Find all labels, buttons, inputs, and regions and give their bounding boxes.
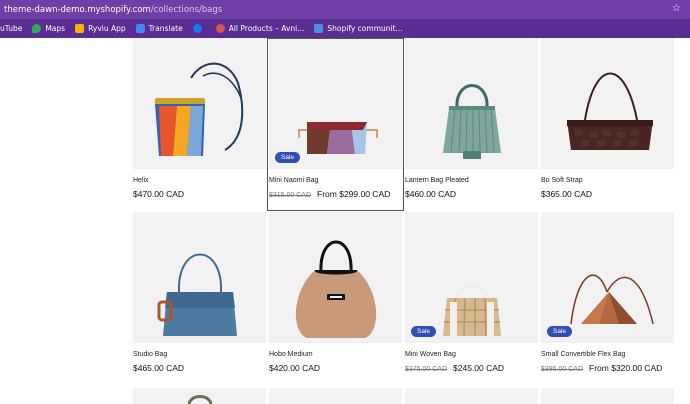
product-price: $375.00 CAD $245.00 CAD bbox=[405, 363, 505, 373]
product-image[interactable]: Sale bbox=[269, 38, 402, 169]
bookmark-translate[interactable]: Translate bbox=[135, 24, 183, 33]
product-title[interactable]: Mini Woven Bag bbox=[405, 351, 456, 358]
product-image[interactable] bbox=[405, 38, 538, 169]
bookmark-star-icon[interactable]: ☆ bbox=[672, 3, 681, 14]
facebook-icon bbox=[192, 24, 202, 33]
product-title[interactable]: Helix bbox=[133, 177, 149, 184]
product-price: $395.00 CAD From $320.00 CAD bbox=[541, 363, 663, 373]
product-card-hobo-medium[interactable]: Hobo Medium $420.00 CAD bbox=[269, 212, 402, 385]
sale-badge: Sale bbox=[411, 326, 437, 337]
product-image[interactable] bbox=[269, 388, 402, 404]
ryviu-icon bbox=[75, 24, 85, 33]
bookmark-youtube[interactable]: uTube bbox=[0, 24, 22, 33]
bookmarks-bar: uTube Maps Ryviu App Translate All Produ… bbox=[0, 19, 690, 38]
avni-icon bbox=[215, 24, 225, 33]
bookmark-facebook[interactable] bbox=[192, 24, 206, 33]
translate-icon bbox=[135, 24, 145, 33]
product-title[interactable]: Bo Soft Strap bbox=[541, 177, 583, 184]
product-image[interactable] bbox=[133, 212, 266, 343]
product-price: $465.00 CAD bbox=[133, 363, 185, 373]
product-card-mini-woven-bag[interactable]: Sale Mini Woven Bag $375.00 CAD $245.00 C… bbox=[405, 212, 538, 385]
product-grid: Helix $470.00 CAD Sale Mini Naomi Bag $3… bbox=[133, 38, 674, 404]
product-card-partial[interactable] bbox=[133, 388, 266, 404]
product-title[interactable]: Hobo Medium bbox=[269, 351, 313, 358]
maps-icon bbox=[32, 24, 42, 33]
sale-badge: Sale bbox=[275, 152, 301, 163]
sale-badge: Sale bbox=[547, 326, 573, 337]
url-path: /collections/bags bbox=[150, 4, 223, 15]
product-title[interactable]: Studio Bag bbox=[133, 351, 167, 358]
product-image[interactable] bbox=[541, 388, 674, 404]
shopify-community-icon bbox=[314, 24, 324, 33]
url-host: theme-dawn-demo.myshopify.com bbox=[4, 4, 151, 15]
product-image[interactable] bbox=[133, 388, 266, 404]
product-image[interactable]: Sale bbox=[405, 212, 538, 343]
bookmark-ryviu[interactable]: Ryviu App bbox=[75, 24, 126, 33]
product-title[interactable]: Small Convertible Flex Bag bbox=[541, 351, 625, 358]
product-price: $365.00 CAD bbox=[541, 189, 593, 199]
product-card-bo-soft-strap[interactable]: Bo Soft Strap $365.00 CAD bbox=[541, 38, 674, 211]
product-card-mini-naomi-bag[interactable]: Sale Mini Naomi Bag $315.00 CAD From $299… bbox=[269, 38, 402, 211]
url-text[interactable]: theme-dawn-demo.myshopify.com/collection… bbox=[4, 5, 222, 15]
product-card-partial[interactable] bbox=[405, 388, 538, 404]
product-card-studio-bag[interactable]: Studio Bag $465.00 CAD bbox=[133, 212, 266, 385]
product-image[interactable] bbox=[541, 38, 674, 169]
product-price: $315.00 CAD From $299.00 CAD bbox=[269, 189, 391, 199]
product-image[interactable] bbox=[405, 388, 538, 404]
bookmark-avni[interactable]: All Products – Avni... bbox=[215, 24, 304, 33]
product-card-lantern-bag-pleated[interactable]: Lantern Bag Pleated $460.00 CAD bbox=[405, 38, 538, 211]
address-bar[interactable]: theme-dawn-demo.myshopify.com/collection… bbox=[0, 0, 690, 19]
product-image[interactable] bbox=[269, 212, 402, 343]
product-card-partial[interactable] bbox=[269, 388, 402, 404]
product-price: $470.00 CAD bbox=[133, 189, 185, 199]
product-price: $420.00 CAD bbox=[269, 363, 321, 373]
bookmark-shopify-community[interactable]: Shopify communit... bbox=[314, 24, 403, 33]
product-card-small-convertible-flex-bag[interactable]: Sale Small Convertible Flex Bag $395.00 … bbox=[541, 212, 674, 385]
product-price: $460.00 CAD bbox=[405, 189, 457, 199]
product-title[interactable]: Lantern Bag Pleated bbox=[405, 177, 469, 184]
product-card-helix[interactable]: Helix $470.00 CAD bbox=[133, 38, 266, 211]
product-image[interactable]: Sale bbox=[541, 212, 674, 343]
product-image[interactable] bbox=[133, 38, 266, 169]
product-card-partial[interactable] bbox=[541, 388, 674, 404]
bookmark-maps[interactable]: Maps bbox=[32, 24, 65, 33]
product-title[interactable]: Mini Naomi Bag bbox=[269, 177, 318, 184]
